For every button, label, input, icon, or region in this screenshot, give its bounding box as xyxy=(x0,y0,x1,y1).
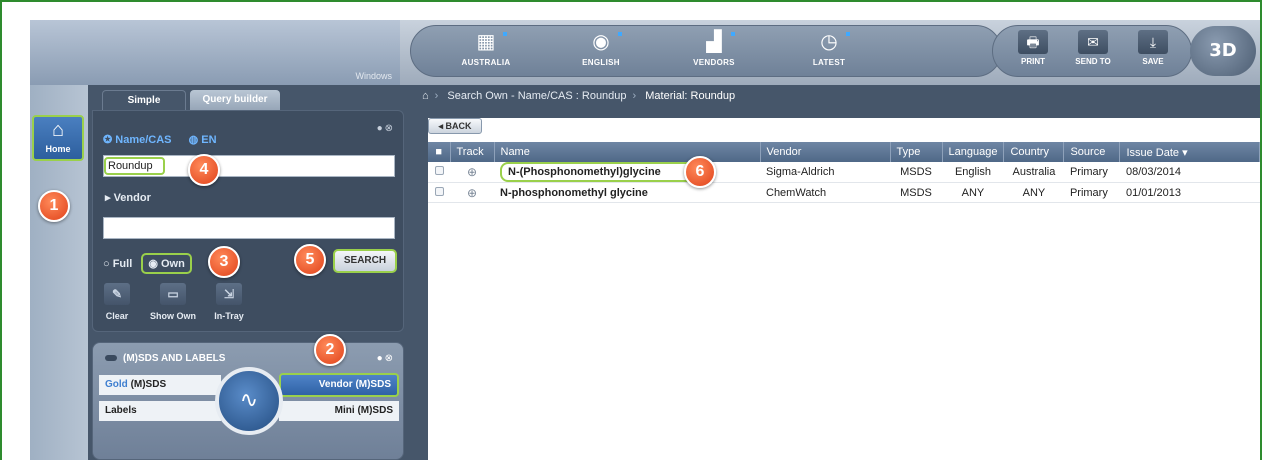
vendors-icon: ▟ xyxy=(706,31,722,53)
callout-5: 5 xyxy=(294,244,326,276)
callout-3: 3 xyxy=(208,246,240,278)
top-bar: Windows ▦ AUSTRALIA ◉ ENGLISH ▟ VENDORS … xyxy=(30,20,1260,85)
clear-button[interactable]: ✎ Clear xyxy=(87,283,147,321)
clock-icon: ◷ xyxy=(820,31,838,53)
send-to-button[interactable]: ✉ SEND TO xyxy=(1065,30,1121,66)
issue-date-cell: 01/01/2013 xyxy=(1119,182,1260,203)
3d-button[interactable]: 3D xyxy=(1190,26,1256,76)
row-checkbox[interactable] xyxy=(434,166,444,175)
sds-labels-panel: (M)SDS AND LABELS ●⊗ Gold (M)SDS Vendor … xyxy=(92,342,404,460)
query-value-highlight: Roundup xyxy=(104,157,165,175)
results-table: ■ Track Name Vendor Type Language Countr… xyxy=(428,142,1260,203)
vendor-cell: ChemWatch xyxy=(760,182,890,203)
track-icon[interactable]: ⊕ xyxy=(467,186,477,200)
folder-icon: ▭ xyxy=(160,283,186,305)
tab-query-builder[interactable]: Query builder xyxy=(190,90,280,110)
search-panel: ●⊗ ✪ Name/CAS ◍ EN Roundup ▸ Vendor ○ Fu… xyxy=(92,110,404,332)
col-issue-date[interactable]: Issue Date ▾ xyxy=(1119,142,1260,162)
tray-icon: ⇲ xyxy=(216,283,242,305)
save-button[interactable]: ⤓ SAVE xyxy=(1125,30,1181,66)
callout-1: 1 xyxy=(38,190,70,222)
language-cell: ANY xyxy=(942,182,1004,203)
search-mode-radios: ✪ Name/CAS ◍ EN xyxy=(103,133,217,146)
show-own-button[interactable]: ▭ Show Own xyxy=(143,283,203,321)
action-pill: 🖶 PRINT ✉ SEND TO ⤓ SAVE xyxy=(992,25,1192,77)
vendor-input[interactable] xyxy=(103,217,395,239)
material-name-link[interactable]: N-phosphonomethyl glycine xyxy=(494,182,760,203)
language-icon: ◉ xyxy=(592,31,610,53)
home-breadcrumb-icon[interactable]: ⌂ xyxy=(422,90,429,102)
in-tray-button[interactable]: ⇲ In-Tray xyxy=(199,283,259,321)
country-cell: Australia xyxy=(1003,162,1064,183)
table-row[interactable]: ⊕ N-phosphonomethyl glycine ChemWatch MS… xyxy=(428,182,1260,203)
app-window: Windows ▦ AUSTRALIA ◉ ENGLISH ▟ VENDORS … xyxy=(30,20,1260,460)
labels-option[interactable]: Labels xyxy=(99,401,221,421)
search-button[interactable]: SEARCH xyxy=(333,249,397,273)
nav-latest[interactable]: ◷ LATEST xyxy=(794,28,864,68)
download-icon: ⤓ xyxy=(1138,30,1168,54)
vendor-expander[interactable]: ▸ Vendor xyxy=(105,191,151,204)
nav-pill: ▦ AUSTRALIA ◉ ENGLISH ▟ VENDORS ◷ LATEST xyxy=(410,25,1002,77)
printer-icon: 🖶 xyxy=(1018,30,1048,54)
radio-name-cas[interactable]: ✪ Name/CAS xyxy=(103,134,172,146)
col-type[interactable]: Type xyxy=(890,142,943,162)
row-checkbox[interactable] xyxy=(434,186,444,196)
issue-date-cell: 08/03/2014 xyxy=(1119,162,1260,183)
nav-english[interactable]: ◉ ENGLISH xyxy=(566,28,636,68)
col-country[interactable]: Country xyxy=(1003,142,1065,162)
brand-caption: Windows xyxy=(355,71,392,81)
panel-window-controls[interactable]: ●⊗ xyxy=(377,123,395,134)
vendor-msds-option[interactable]: Vendor (M)SDS xyxy=(279,373,399,397)
track-icon[interactable]: ⊕ xyxy=(467,165,477,179)
eraser-icon: ✎ xyxy=(104,283,130,305)
pulse-icon[interactable]: ∿ xyxy=(215,367,283,435)
language-cell: English xyxy=(942,162,1004,183)
print-button[interactable]: 🖶 PRINT xyxy=(1005,30,1061,66)
col-track[interactable]: Track xyxy=(450,142,495,162)
callout-4: 4 xyxy=(188,154,220,186)
country-cell: ANY xyxy=(1003,182,1064,203)
type-cell: MSDS xyxy=(890,182,942,203)
col-name[interactable]: Name xyxy=(494,142,761,162)
brand-area: Windows xyxy=(30,20,400,85)
left-rail: ⌂ Home xyxy=(30,85,88,460)
callout-2: 2 xyxy=(314,334,346,366)
envelope-icon: ✉ xyxy=(1078,30,1108,54)
tab-simple[interactable]: Simple xyxy=(102,90,186,110)
type-cell: MSDS xyxy=(890,162,942,183)
radio-en[interactable]: ◍ EN xyxy=(189,134,217,146)
table-header: ■ Track Name Vendor Type Language Countr… xyxy=(428,142,1260,162)
gold-msds-option[interactable]: Gold (M)SDS xyxy=(99,375,221,395)
flag-icon: ▦ xyxy=(476,31,496,53)
name-cas-input[interactable]: Roundup xyxy=(103,155,395,177)
source-cell: Primary xyxy=(1063,162,1120,183)
sds-panel-title: (M)SDS AND LABELS xyxy=(105,353,225,364)
home-icon: ⌂ xyxy=(51,119,65,141)
radio-full[interactable]: ○ Full xyxy=(103,258,132,270)
mini-msds-option[interactable]: Mini (M)SDS xyxy=(279,401,399,421)
table-row[interactable]: ⊕ N-(Phosphonomethyl)glycine Sigma-Aldri… xyxy=(428,162,1260,183)
select-all-header[interactable]: ■ xyxy=(428,142,451,162)
col-vendor[interactable]: Vendor xyxy=(760,142,891,162)
home-button[interactable]: ⌂ Home xyxy=(32,115,84,161)
nav-vendors[interactable]: ▟ VENDORS xyxy=(679,28,749,68)
radio-own[interactable]: ◉ Own xyxy=(141,253,192,274)
material-name-link[interactable]: N-(Phosphonomethyl)glycine xyxy=(500,162,711,182)
col-source[interactable]: Source xyxy=(1063,142,1121,162)
breadcrumb-search[interactable]: Search Own - Name/CAS : Roundup xyxy=(447,90,626,102)
sds-window-controls[interactable]: ●⊗ xyxy=(377,353,395,364)
callout-6: 6 xyxy=(684,156,716,188)
col-language[interactable]: Language xyxy=(942,142,1005,162)
back-button[interactable]: ◂ BACK xyxy=(428,118,482,134)
vendor-cell: Sigma-Aldrich xyxy=(760,162,890,183)
nav-australia[interactable]: ▦ AUSTRALIA xyxy=(451,28,521,68)
breadcrumb-material: Material: Roundup xyxy=(645,90,736,102)
breadcrumb: ⌂ › Search Own - Name/CAS : Roundup › Mate… xyxy=(422,90,736,102)
scope-radios: ○ Full ◉ Own xyxy=(103,253,192,274)
source-cell: Primary xyxy=(1063,182,1120,203)
